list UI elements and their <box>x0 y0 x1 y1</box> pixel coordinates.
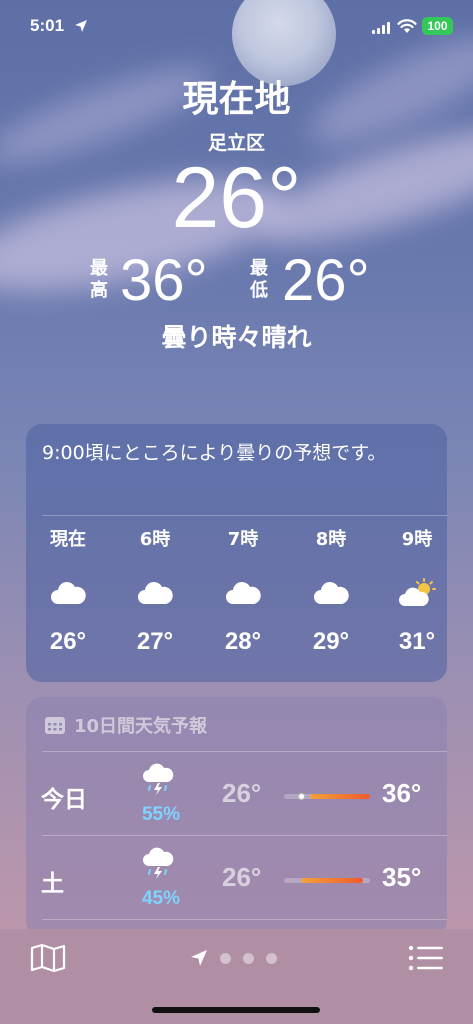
temp-range-fill <box>309 794 370 799</box>
partly-sunny-icon <box>399 578 436 606</box>
high-label: 最高 <box>90 258 108 301</box>
ten-day-header: 10日間天気予報 <box>44 712 207 738</box>
home-indicator <box>152 1007 320 1013</box>
precip-chance: 45% <box>141 888 181 909</box>
map-icon[interactable] <box>30 943 66 973</box>
ten-day-title: 10日間天気予報 <box>74 716 208 737</box>
temp-range-bar <box>284 793 370 800</box>
day-row[interactable]: 今日 55% 26° 36° <box>26 752 447 836</box>
page-indicator[interactable] <box>190 949 277 967</box>
low-temperature: 26° <box>282 248 370 313</box>
hour-item: 8時 29° <box>291 528 371 656</box>
location-arrow-icon[interactable] <box>190 949 208 967</box>
page-dot[interactable] <box>220 952 231 964</box>
hour-temp: 26° <box>49 628 87 655</box>
battery-icon: 100 <box>422 17 453 35</box>
thunderstorm-icon <box>143 763 174 795</box>
hour-temp: 29° <box>312 628 350 655</box>
bottom-toolbar <box>0 929 473 1024</box>
day-row[interactable]: 土 45% 26° 35° <box>26 836 447 920</box>
cloud-icon <box>138 582 173 604</box>
day-low: 26° <box>222 862 262 892</box>
hourly-list[interactable]: 現在 26° 6時 27° 7時 28° 8時 29° 9時 31° <box>26 528 447 678</box>
location-title: 現在地 <box>182 79 291 120</box>
hourly-forecast-card[interactable]: 9:00頃にところにより曇りの予想です。 現在 26° 6時 27° 7時 28… <box>26 424 447 682</box>
location-arrow-icon <box>75 20 87 32</box>
hour-temp: 28° <box>224 628 262 655</box>
hour-label: 9時 <box>401 529 433 550</box>
divider <box>42 515 447 516</box>
weather-condition: 曇り時々晴れ <box>161 323 312 352</box>
hour-label: 6時 <box>139 529 171 550</box>
wifi-icon <box>397 19 417 33</box>
cloud-icon <box>226 582 261 604</box>
list-icon[interactable] <box>408 943 444 973</box>
cloud-icon <box>51 582 86 604</box>
calendar-icon <box>45 717 65 734</box>
cloud-icon <box>314 582 349 604</box>
hour-label: 8時 <box>315 529 347 550</box>
day-name: 今日 <box>41 787 87 813</box>
temp-range-fill <box>301 878 364 883</box>
hour-item: 9時 31° <box>377 528 457 656</box>
low-label: 最低 <box>250 258 268 301</box>
day-high: 35° <box>382 862 422 892</box>
weather-header: 現在地 足立区 26° <box>0 74 473 246</box>
status-bar: 5:01 100 <box>0 14 473 44</box>
hour-label: 7時 <box>227 529 259 550</box>
hour-label: 現在 <box>50 529 86 550</box>
high-low-row: 最高 36° 最低 26° <box>0 252 473 312</box>
divider <box>42 919 447 920</box>
day-name: 土 <box>41 871 64 897</box>
precip-chance: 55% <box>141 804 181 825</box>
current-temperature: 26° <box>171 150 302 246</box>
page-dot[interactable] <box>243 952 254 964</box>
current-temp-dot <box>297 793 305 800</box>
thunderstorm-icon <box>143 847 174 879</box>
ten-day-forecast-card[interactable]: 10日間天気予報 今日 55% 26° 36° 土 45% 26° 35° <box>26 697 447 937</box>
hour-item: 現在 26° <box>28 528 108 656</box>
status-time: 5:01 <box>30 16 65 35</box>
hour-temp: 27° <box>136 628 174 655</box>
hour-item: 7時 28° <box>203 528 283 656</box>
high-temperature: 36° <box>120 248 208 313</box>
cellular-signal-icon <box>372 22 390 34</box>
forecast-summary: 9:00頃にところにより曇りの予想です。 <box>42 442 387 464</box>
hour-item: 6時 27° <box>115 528 195 656</box>
page-dot[interactable] <box>266 952 277 964</box>
day-low: 26° <box>222 778 262 808</box>
temp-range-bar <box>284 878 370 883</box>
hour-temp: 31° <box>398 628 436 655</box>
day-high: 36° <box>382 778 422 808</box>
